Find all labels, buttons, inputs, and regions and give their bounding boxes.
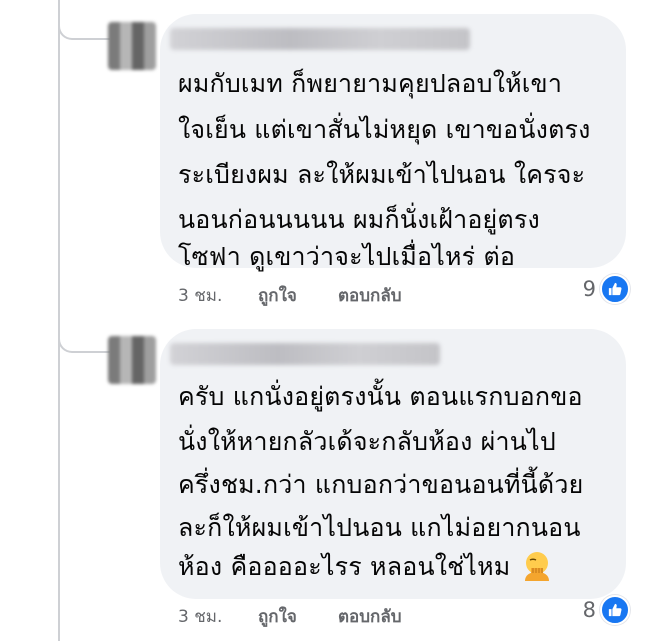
comment-text-line: นอนก่อนนนนน ผมก็นั่งเฝ้าอยู่ตรง: [178, 205, 540, 234]
avatar[interactable]: [108, 336, 156, 384]
reply-link[interactable]: ตอบกลับ: [338, 603, 402, 630]
like-icon: [600, 274, 630, 304]
comment-text-line: ผมกับเมท ก็พยายามคุยปลอบให้เขา: [178, 69, 563, 98]
like-icon: [600, 595, 630, 625]
comment-text-line-with-emoji: ห้อง คืออออะไรร หลอนใช่ไหม: [178, 547, 553, 587]
reaction-count: 9: [582, 277, 596, 301]
comment-text-line: ครึ่งชม.กว่า แกบอกว่าขอนอนที่นี้ด้วย: [178, 470, 584, 499]
comment-1: ผมกับเมท ก็พยายามคุยปลอบให้เขา ใจเย็น แต…: [0, 0, 650, 315]
like-link[interactable]: ถูกใจ: [258, 603, 297, 630]
comment-timestamp[interactable]: 3 ชม.: [178, 282, 222, 309]
commenter-name-redacted[interactable]: [170, 343, 440, 365]
avatar[interactable]: [108, 22, 156, 70]
comment-text-line: นั่งให้หายกลัวเด้จะกลับห้อง ผ่านไป: [178, 427, 556, 456]
comment-text-line: โซฟา ดูเขาว่าจะไปเมื่อไหร่ ต่อ: [178, 242, 516, 271]
comment-text-line: ใจเย็น แต่เขาสั่นไม่หยุด เขาขอนั่งตรง: [178, 115, 591, 144]
comment-text: ห้อง คืออออะไรร หลอนใช่ไหม: [178, 552, 511, 581]
reaction-summary[interactable]: 8: [583, 595, 630, 625]
reply-link[interactable]: ตอบกลับ: [338, 282, 402, 309]
reaction-summary[interactable]: 9: [583, 274, 630, 304]
face-palm-emoji: [524, 552, 549, 581]
comment-2: ครับ แกนั่งอยู่ตรงนั้น ตอนแรกบอกขอ นั่งใ…: [0, 315, 650, 641]
comment-text-line: ครับ แกนั่งอยู่ตรงนั้น ตอนแรกบอกขอ: [178, 382, 583, 411]
comment-text-line: ระเบียงผม ละให้ผมเข้าไปนอน ใครจะ: [178, 160, 586, 189]
like-link[interactable]: ถูกใจ: [258, 282, 297, 309]
reaction-count: 8: [582, 598, 596, 622]
comment-text-line: ละก็ให้ผมเข้าไปนอน แกไม่อยากนอน: [178, 513, 581, 542]
commenter-name-redacted[interactable]: [170, 28, 470, 50]
comment-timestamp[interactable]: 3 ชม.: [178, 603, 222, 630]
